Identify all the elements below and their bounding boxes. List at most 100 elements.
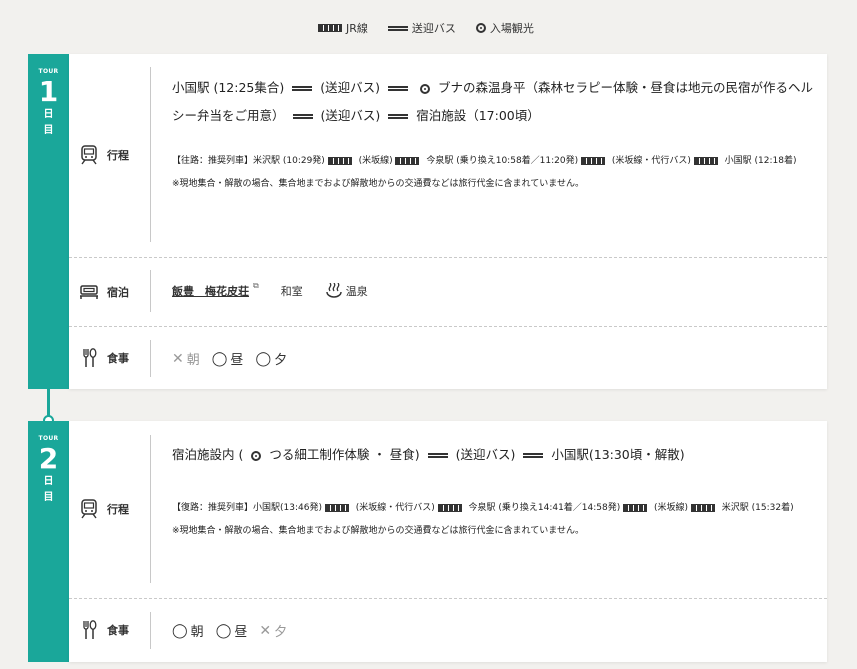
day-number: 2 (38, 442, 59, 475)
rail-line-icon (693, 156, 718, 165)
meal-breakfast: ◯ 朝 (172, 621, 204, 641)
route-activity: つる細工制作体験 ・ 昼食) (269, 447, 420, 462)
bed-icon (79, 281, 99, 303)
train-head: 【復路：推奨列車】小国駅(13:46発) (172, 503, 322, 513)
meal-name: 夕 (274, 353, 288, 368)
route-end: 宿泊施設（17:00頃） (416, 108, 540, 123)
itinerary-label: 行程 (79, 498, 129, 520)
route-bus: (送迎バス) (455, 447, 516, 462)
train-segment: 小国駅 (12:18着) (724, 156, 797, 166)
train-segment: (米坂線・代行バス) (355, 503, 435, 513)
meals-content: ✕ 朝 ◯ 昼 ◯ 夕 (172, 349, 813, 369)
route-start: 小国駅 (12:25集合) (172, 80, 285, 95)
hotel-link[interactable]: 飯豊 梅花皮荘 (172, 283, 249, 299)
itinerary-label-text: 行程 (107, 149, 129, 162)
external-link-icon: ⧉ (253, 281, 259, 290)
day-1-card: 行程 小国駅 (12:25集合) (送迎バス) ブナの森温身平（森林セラピー体験… (69, 54, 827, 389)
legend-sightseeing: 入場観光 (472, 20, 534, 36)
meals-label-text: 食事 (107, 352, 129, 365)
legend-bus-label: 送迎バス (411, 22, 456, 35)
bus-line-icon (387, 25, 408, 31)
rail-line-icon (318, 24, 342, 32)
lodging-content: 飯豊 梅花皮荘 ⧉ 和室 温泉 (172, 281, 813, 299)
meal-name: 昼 (234, 625, 248, 640)
meal-lunch: ◯ 昼 (211, 349, 244, 369)
train-segment: 米沢駅 (15:32着) (721, 503, 794, 513)
sightseeing-icon (419, 83, 430, 94)
legend-bus: 送迎バス (384, 20, 456, 36)
onsen-label: 温泉 (345, 285, 368, 298)
tour-label: TOUR (38, 68, 59, 75)
route: 宿泊施設内 ( つる細工制作体験 ・ 昼食) (送迎バス) 小国駅(13:30頃… (172, 441, 813, 469)
divider (150, 435, 151, 583)
train-segment: (米坂線) (654, 503, 689, 513)
meals-label: 食事 (79, 619, 129, 641)
hot-spring-icon (325, 283, 343, 299)
bus-line-icon (387, 86, 408, 91)
train-segment: 今泉駅 (乗り換え14:41着／14:58発) (468, 503, 621, 513)
rail-line-icon (327, 156, 352, 165)
day-suffix: 日 (43, 109, 54, 120)
meal-name: 朝 (186, 353, 200, 368)
day-2-card: 行程 宿泊施設内 ( つる細工制作体験 ・ 昼食) (送迎バス) 小国駅(13:… (69, 421, 827, 662)
route-bus: (送迎バス) (320, 80, 380, 95)
train-segment: 今泉駅 (乗り換え10:58着／11:20発) (426, 156, 579, 166)
day-1-tab: TOUR 1 日 目 (28, 54, 69, 389)
meal-name: 昼 (230, 353, 244, 368)
meal-status-mark: ◯ (215, 622, 232, 639)
meals-label-text: 食事 (107, 624, 129, 637)
meal-name: 朝 (190, 625, 204, 640)
rail-line-icon (581, 156, 605, 165)
meal-status-mark: ◯ (255, 350, 272, 367)
day-suffix: 日 (43, 476, 54, 487)
day-2-tab: TOUR 2 日 目 (28, 421, 69, 662)
bus-line-icon (523, 453, 544, 458)
lodging-row: 宿泊 飯豊 梅花皮荘 ⧉ 和室 温泉 (69, 258, 827, 327)
train-details: 【復路：推奨列車】小国駅(13:46発) (米坂線・代行バス) 今泉駅 (乗り換… (172, 495, 813, 521)
transport-note: ※現地集合・解散の場合、集合地までおよび解散地からの交通費などは旅行代金に含まれ… (172, 179, 585, 189)
day-suffix: 目 (43, 492, 54, 503)
legend-sightseeing-label: 入場観光 (489, 22, 534, 35)
room-type: 和室 (280, 285, 303, 298)
meal-dinner: ◯ 夕 (255, 349, 288, 369)
meal-status-mark: ◯ (211, 350, 228, 367)
transport-legend: JR線 送迎バス 入場観光 (318, 20, 550, 36)
train-icon (79, 498, 99, 520)
sightseeing-icon (251, 450, 262, 461)
tour-label: TOUR (38, 435, 59, 442)
meal-dinner: ✕ 夕 (259, 621, 288, 641)
itinerary-label: 行程 (79, 144, 129, 166)
route-end: 小国駅(13:30頃・解散) (551, 447, 685, 462)
train-icon (79, 144, 99, 166)
rail-line-icon (690, 503, 715, 512)
meal-name: 夕 (274, 625, 288, 640)
legend-rail: JR線 (318, 20, 368, 36)
itinerary-row: 行程 宿泊施設内 ( つる細工制作体験 ・ 昼食) (送迎バス) 小国駅(13:… (69, 421, 827, 599)
legend-rail-label: JR線 (346, 22, 368, 35)
lodging-label: 宿泊 (79, 281, 129, 303)
meals-row: 食事 ◯ 朝 ◯ 昼 ✕ 夕 (69, 599, 827, 662)
bus-line-icon (388, 114, 409, 119)
itinerary-content: 小国駅 (12:25集合) (送迎バス) ブナの森温身平（森林セラピー体験・昼食… (172, 74, 813, 189)
divider (150, 270, 151, 312)
bus-line-icon (292, 114, 313, 119)
meal-status-mark: ✕ (259, 622, 272, 639)
divider (150, 612, 151, 649)
train-details: 【往路：推奨列車】米沢駅 (10:29発) (米坂線) 今泉駅 (乗り換え10:… (172, 148, 813, 174)
route-start: 宿泊施設内 ( (172, 447, 244, 462)
day-suffix: 目 (43, 125, 54, 136)
route-bus: (送迎バス) (320, 108, 381, 123)
rail-line-icon (324, 503, 349, 512)
bus-line-icon (427, 453, 448, 458)
rail-line-icon (437, 503, 462, 512)
divider (150, 340, 151, 377)
itinerary-label-text: 行程 (107, 503, 129, 516)
meal-breakfast: ✕ 朝 (172, 349, 200, 369)
itinerary-row: 行程 小国駅 (12:25集合) (送迎バス) ブナの森温身平（森林セラピー体験… (69, 54, 827, 258)
meal-status-mark: ✕ (172, 350, 184, 367)
cutlery-icon (79, 347, 99, 369)
divider (150, 67, 151, 242)
meals-label: 食事 (79, 347, 129, 369)
lodging-label-text: 宿泊 (107, 286, 129, 299)
sightseeing-icon (475, 23, 486, 33)
